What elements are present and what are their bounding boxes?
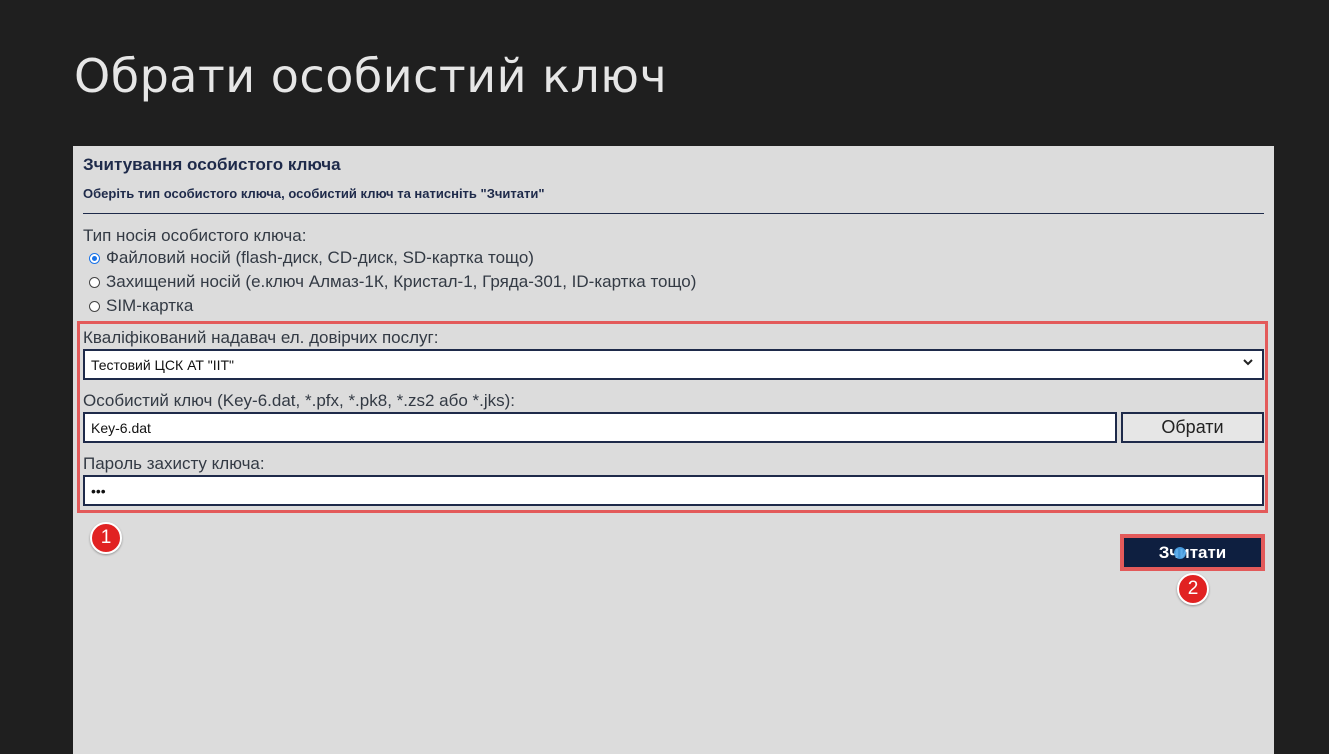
key-file-value: Key-6.dat — [91, 419, 151, 436]
key-file-input[interactable]: Key-6.dat — [83, 412, 1117, 443]
radio-file-media-label: Файловий носій (flash-диск, CD-диск, SD-… — [106, 248, 534, 267]
step-1-badge: 1 — [90, 522, 122, 554]
panel-title: Зчитування особистого ключа — [83, 155, 341, 174]
key-reading-panel: Зчитування особистого ключа Оберіть тип … — [73, 146, 1274, 754]
provider-select[interactable]: Тестовий ЦСК АТ "ІІТ" — [83, 349, 1264, 380]
panel-subtitle: Оберіть тип особистого ключа, особистий … — [83, 186, 545, 201]
password-label: Пароль захисту ключа: — [83, 454, 265, 473]
browse-button[interactable]: Обрати — [1121, 412, 1264, 443]
radio-file-media[interactable]: Файловий носій (flash-диск, CD-диск, SD-… — [89, 247, 534, 269]
step-2-badge: 2 — [1177, 573, 1209, 605]
provider-label: Кваліфікований надавач ел. довірчих посл… — [83, 328, 439, 347]
media-type-label: Тип носія особистого ключа: — [83, 226, 307, 245]
key-file-label: Особистий ключ (Key-6.dat, *.pfx, *.pk8,… — [83, 391, 516, 410]
password-input[interactable]: ••• — [83, 475, 1264, 506]
radio-protected-media[interactable]: Захищений носій (е.ключ Алмаз-1К, Криста… — [89, 271, 696, 293]
divider — [83, 213, 1264, 214]
radio-button[interactable] — [89, 276, 100, 288]
hand-pointer-icon — [1174, 547, 1186, 559]
provider-select-value: Тестовий ЦСК АТ "ІІТ" — [91, 356, 235, 373]
password-value: ••• — [91, 482, 106, 499]
chevron-down-icon — [1242, 356, 1254, 371]
radio-protected-media-label: Захищений носій (е.ключ Алмаз-1К, Криста… — [106, 272, 697, 291]
page-title: Обрати особистий ключ — [74, 49, 668, 103]
radio-button-checked[interactable] — [89, 252, 100, 264]
read-button[interactable]: Зчитати — [1124, 538, 1261, 567]
radio-button[interactable] — [89, 300, 100, 312]
radio-sim-card[interactable]: SIM-картка — [89, 295, 193, 317]
radio-sim-card-label: SIM-картка — [106, 296, 194, 315]
